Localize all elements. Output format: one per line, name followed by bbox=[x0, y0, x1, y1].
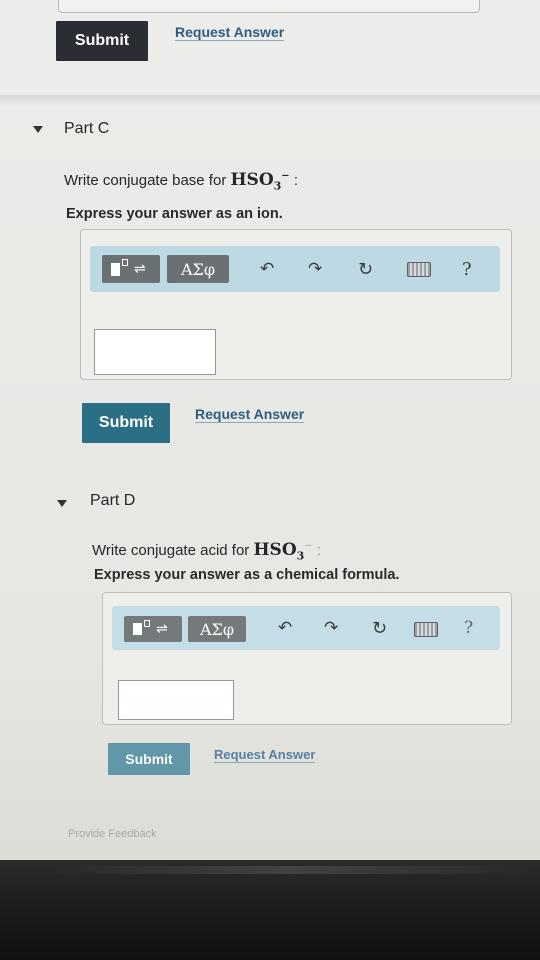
keyboard-icon[interactable] bbox=[414, 622, 438, 637]
redo-icon[interactable]: ↷ bbox=[308, 259, 322, 279]
part-d-answer-input[interactable] bbox=[118, 680, 234, 720]
provide-feedback-link[interactable]: Provide Feedback bbox=[68, 828, 157, 840]
part-c-instruction: Express your answer as an ion. bbox=[66, 206, 283, 222]
submit-button-part-b[interactable]: Submit bbox=[56, 21, 148, 61]
part-d-answer-panel: ⇌ ΑΣφ ↶ ↷ ↻ ? bbox=[102, 592, 512, 725]
reset-icon[interactable]: ↻ bbox=[372, 618, 387, 639]
request-answer-link-part-c[interactable]: Request Answer bbox=[195, 406, 305, 423]
template-square-icon bbox=[111, 263, 120, 276]
section-divider bbox=[0, 95, 540, 105]
template-arrows-icon: ⇌ bbox=[134, 261, 146, 277]
collapse-caret-icon-part-c[interactable] bbox=[33, 126, 43, 133]
part-d-title: Part D bbox=[90, 492, 136, 509]
template-superscript-icon bbox=[144, 620, 150, 627]
collapse-caret-icon-part-d[interactable] bbox=[57, 500, 67, 507]
reset-icon[interactable]: ↻ bbox=[358, 259, 373, 280]
part-c-prompt-text: Write conjugate base for bbox=[64, 172, 231, 189]
part-d-prompt-text: Write conjugate acid for bbox=[92, 542, 254, 559]
help-icon[interactable]: ? bbox=[462, 259, 472, 280]
submit-button-part-c[interactable]: Submit bbox=[82, 403, 170, 443]
bezel-reflection bbox=[40, 866, 540, 874]
part-c-math-toolbar: ⇌ ΑΣφ ↶ ↷ ↻ ? bbox=[90, 246, 500, 292]
part-c-answer-panel: ⇌ ΑΣφ ↶ ↷ ↻ ? bbox=[80, 229, 512, 380]
templates-icon[interactable]: ⇌ bbox=[102, 255, 160, 283]
part-c-answer-input[interactable] bbox=[94, 329, 216, 375]
part-c-title: Part C bbox=[64, 120, 110, 137]
redo-icon[interactable]: ↷ bbox=[324, 618, 338, 638]
templates-icon[interactable]: ⇌ bbox=[124, 616, 182, 642]
greek-symbols-button[interactable]: ΑΣφ bbox=[167, 255, 229, 283]
part-c-prompt: Write conjugate base for HSO3− : bbox=[64, 170, 299, 193]
undo-icon[interactable]: ↶ bbox=[278, 618, 292, 638]
previous-answer-panel bbox=[58, 0, 480, 13]
keyboard-icon[interactable] bbox=[407, 262, 431, 277]
undo-icon[interactable]: ↶ bbox=[260, 259, 274, 279]
greek-symbols-button[interactable]: ΑΣφ bbox=[188, 616, 246, 642]
request-answer-link-part-d[interactable]: Request Answer bbox=[214, 747, 316, 763]
request-answer-link-part-b[interactable]: Request Answer bbox=[175, 24, 285, 41]
template-superscript-icon bbox=[122, 259, 128, 266]
part-d-instruction: Express your answer as a chemical formul… bbox=[94, 567, 400, 583]
template-square-icon bbox=[133, 623, 142, 635]
submit-button-part-d[interactable]: Submit bbox=[108, 743, 190, 775]
part-d-prompt: Write conjugate acid for HSO3− : bbox=[92, 540, 322, 563]
help-icon[interactable]: ? bbox=[464, 618, 473, 638]
part-d-math-toolbar: ⇌ ΑΣφ ↶ ↷ ↻ ? bbox=[112, 606, 500, 650]
template-arrows-icon: ⇌ bbox=[156, 621, 168, 637]
screen: Submit Request Answer Part C Write conju… bbox=[0, 0, 540, 870]
part-d-formula: HSO3− bbox=[253, 540, 313, 563]
part-c-formula: HSO3− bbox=[230, 170, 290, 193]
monitor-bezel bbox=[0, 860, 540, 960]
